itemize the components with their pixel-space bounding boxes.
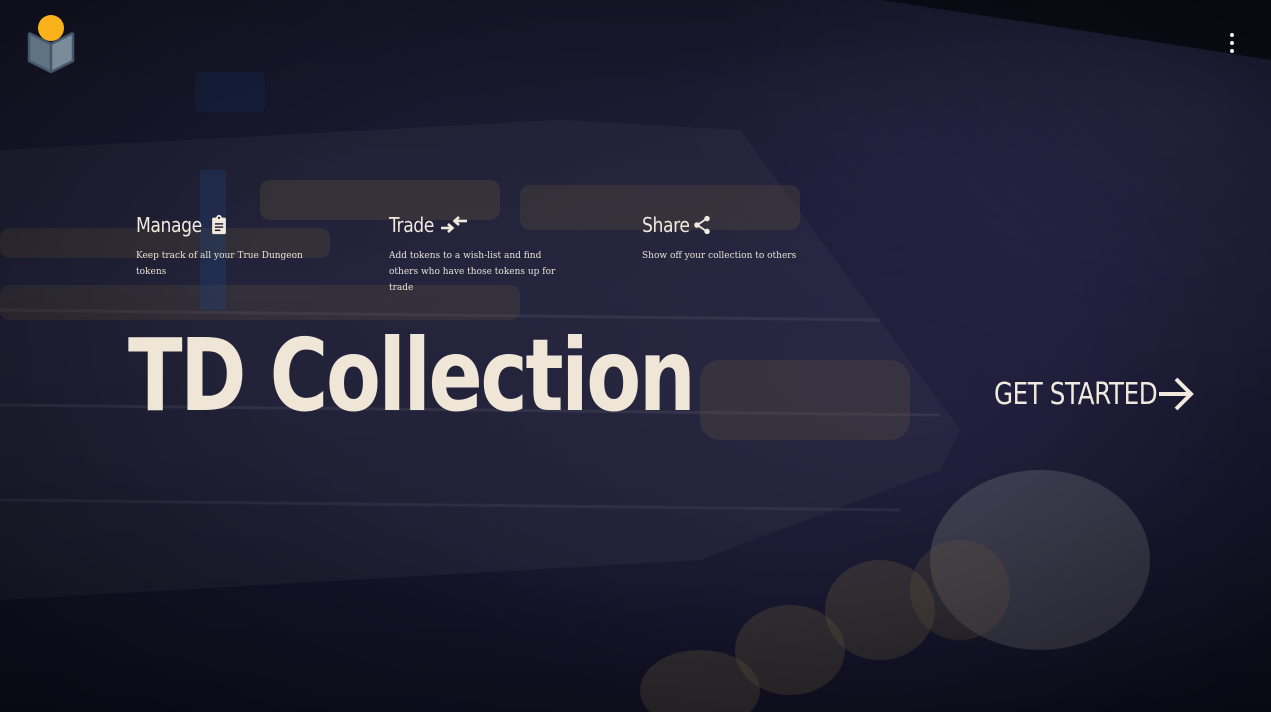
more-vert-icon[interactable]: [1216, 26, 1248, 60]
feature-title: Trade: [389, 213, 434, 237]
feature-header: Trade: [389, 210, 629, 240]
get-started-label: GET STARTED: [994, 376, 1158, 412]
menu-dot: [1230, 49, 1234, 53]
feature-description: Keep track of all your True Dungeon toke…: [136, 251, 303, 277]
feature-description: Add tokens to a wish-list and find other…: [389, 251, 556, 293]
feature-share: Share Show off your collection to others: [642, 210, 882, 264]
page-title: TD Collection: [128, 317, 696, 434]
feature-description: Show off your collection to others: [642, 251, 797, 261]
arrow-right-icon: [1156, 374, 1196, 414]
share-icon: [691, 214, 713, 236]
landing-page: Manage Keep track of all your True Dunge…: [0, 0, 1271, 712]
feature-trade: Trade Add tokens to a wish-list and find…: [389, 210, 629, 296]
feature-header: Share: [642, 210, 882, 240]
feature-title: Manage: [136, 213, 202, 237]
feature-manage: Manage Keep track of all your True Dunge…: [136, 210, 376, 280]
swap-arrows-icon: [439, 214, 469, 236]
get-started-button[interactable]: GET STARTED: [994, 372, 1196, 416]
feature-header: Manage: [136, 210, 376, 240]
menu-dot: [1230, 41, 1234, 45]
menu-dot: [1230, 33, 1234, 37]
clipboard-icon: [208, 214, 230, 236]
feature-title: Share: [642, 213, 690, 237]
open-box-icon[interactable]: [26, 15, 76, 74]
